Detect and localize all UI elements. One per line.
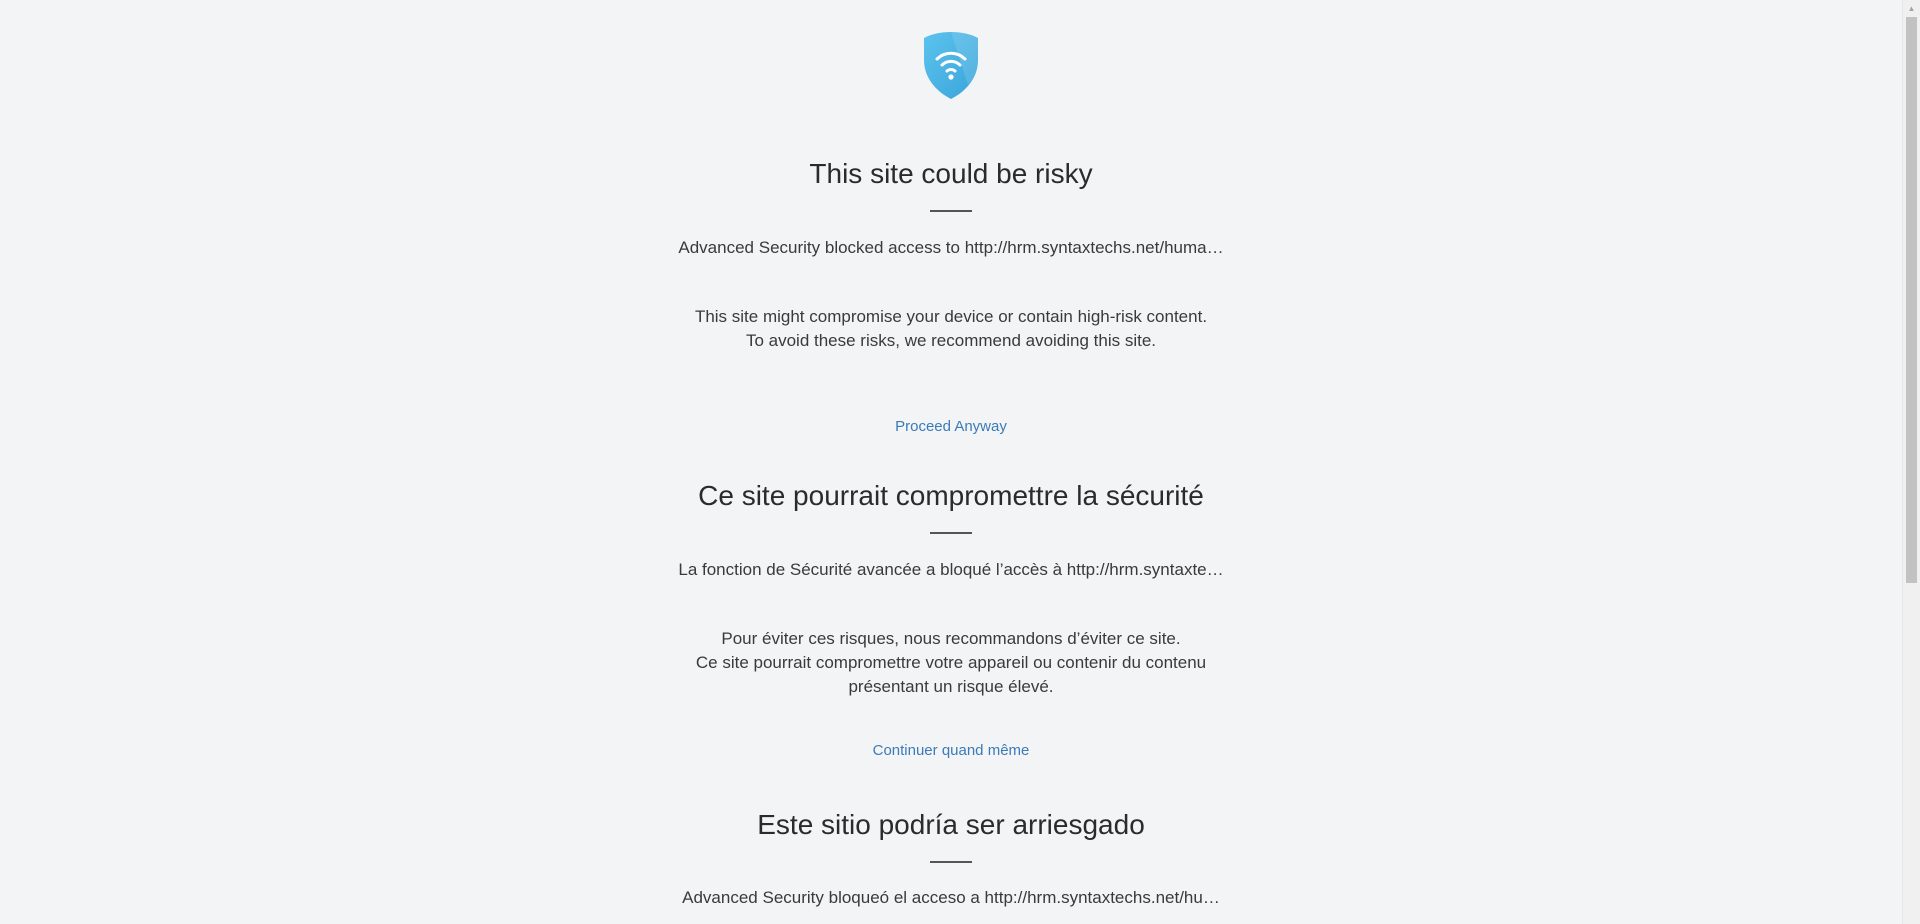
continue-anyway-link[interactable]: Continuer quand même <box>873 741 1030 761</box>
warning-title: Ce site pourrait compromettre la sécurit… <box>698 480 1204 511</box>
warning-title: Este sitio podría ser arriesgado <box>757 809 1145 840</box>
warning-title: This site could be risky <box>809 158 1093 189</box>
section-english: This site could be risky Advanced Securi… <box>641 156 1261 437</box>
description-line: Ce site pourrait compromettre votre appa… <box>695 653 1207 672</box>
risk-description: This site might compromise your device o… <box>695 305 1207 353</box>
blocked-site-page: This site could be risky Advanced Securi… <box>0 0 1920 924</box>
description-line: To avoid these risks, we recommend avoid… <box>745 331 1157 350</box>
risk-description: Pour éviter ces risques, nous recommando… <box>696 627 1206 699</box>
title-divider <box>930 861 972 863</box>
scroll-up-arrow-icon[interactable]: ▲ <box>1903 0 1920 17</box>
proceed-anyway-link[interactable]: Proceed Anyway <box>895 417 1007 437</box>
section-french: Ce site pourrait compromettre la sécurit… <box>641 478 1261 761</box>
content-column: This site could be risky Advanced Securi… <box>0 0 1902 909</box>
blocked-url-text: Advanced Security blocked access to http… <box>678 238 1224 257</box>
description-line: Pour éviter ces risques, nous recommando… <box>721 629 1181 648</box>
description-line: This site might compromise your device o… <box>694 307 1208 326</box>
blocked-url-text: Advanced Security bloqueó el acceso a ht… <box>682 888 1220 907</box>
vertical-scrollbar[interactable]: ▲ <box>1902 0 1920 924</box>
title-divider <box>930 210 972 212</box>
scrollbar-thumb[interactable] <box>1906 17 1917 583</box>
title-divider <box>930 532 972 534</box>
wifi-shield-icon <box>924 32 978 99</box>
section-spanish: Este sitio podría ser arriesgado Advance… <box>641 807 1261 909</box>
description-line: présentant un risque élevé. <box>848 677 1054 696</box>
blocked-url-text: La fonction de Sécurité avancée a bloqué… <box>678 560 1224 579</box>
